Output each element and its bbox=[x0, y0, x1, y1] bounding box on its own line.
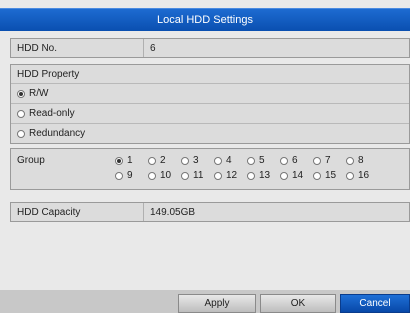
group-option-label: 1 bbox=[127, 155, 133, 166]
group-option-8[interactable]: 8 bbox=[346, 155, 379, 166]
group-option-label: 15 bbox=[325, 170, 337, 181]
group-radio-2[interactable] bbox=[148, 156, 156, 165]
hdd-number-panel: HDD No. 6 bbox=[10, 38, 410, 58]
group-option-14[interactable]: 14 bbox=[280, 170, 313, 181]
radio-rw[interactable] bbox=[17, 89, 25, 98]
group-option-11[interactable]: 11 bbox=[181, 170, 214, 181]
group-radio-9[interactable] bbox=[115, 171, 123, 180]
group-radio-11[interactable] bbox=[181, 171, 189, 180]
group-option-4[interactable]: 4 bbox=[214, 155, 247, 166]
local-hdd-settings-dialog: Local HDD Settings HDD No. 6 HDD Propert… bbox=[0, 0, 410, 313]
property-option-redundancy-label: Redundancy bbox=[29, 128, 86, 139]
group-option-7[interactable]: 7 bbox=[313, 155, 346, 166]
group-radio-14[interactable] bbox=[280, 171, 288, 180]
property-option-redundancy[interactable]: Redundancy bbox=[11, 124, 409, 143]
property-option-read-only[interactable]: Read-only bbox=[11, 104, 409, 124]
hdd-capacity-label: HDD Capacity bbox=[11, 203, 144, 221]
group-option-label: 7 bbox=[325, 155, 331, 166]
group-option-label: 16 bbox=[358, 170, 370, 181]
hdd-number-row: HDD No. 6 bbox=[11, 39, 409, 57]
hdd-capacity-value: 149.05GB bbox=[150, 206, 196, 218]
group-option-label: 4 bbox=[226, 155, 232, 166]
group-radio-10[interactable] bbox=[148, 171, 156, 180]
group-option-label: 9 bbox=[127, 170, 133, 181]
group-radio-7[interactable] bbox=[313, 156, 321, 165]
group-option-label: 5 bbox=[259, 155, 265, 166]
group-radio-16[interactable] bbox=[346, 171, 354, 180]
ok-button[interactable]: OK bbox=[260, 294, 336, 313]
group-option-label: 2 bbox=[160, 155, 166, 166]
property-option-rw[interactable]: R/W bbox=[11, 84, 409, 104]
dialog-title: Local HDD Settings bbox=[157, 14, 253, 26]
hdd-number-label: HDD No. bbox=[11, 39, 144, 57]
group-option-1[interactable]: 1 bbox=[115, 155, 148, 166]
group-radio-1[interactable] bbox=[115, 156, 123, 165]
group-label: Group bbox=[17, 155, 45, 166]
hdd-capacity-row: HDD Capacity 149.05GB bbox=[11, 203, 409, 221]
group-option-label: 11 bbox=[193, 170, 204, 181]
group-radio-12[interactable] bbox=[214, 171, 222, 180]
group-option-3[interactable]: 3 bbox=[181, 155, 214, 166]
hdd-capacity-panel: HDD Capacity 149.05GB bbox=[10, 202, 410, 222]
hdd-property-heading: HDD Property bbox=[11, 65, 409, 84]
property-option-read-only-label: Read-only bbox=[29, 108, 75, 119]
group-option-label: 12 bbox=[226, 170, 238, 181]
radio-redundancy[interactable] bbox=[17, 129, 25, 138]
group-radio-13[interactable] bbox=[247, 171, 255, 180]
group-option-9[interactable]: 9 bbox=[115, 170, 148, 181]
hdd-property-label: HDD Property bbox=[17, 68, 80, 80]
group-option-13[interactable]: 13 bbox=[247, 170, 280, 181]
group-radio-5[interactable] bbox=[247, 156, 255, 165]
group-option-16[interactable]: 16 bbox=[346, 170, 379, 181]
group-radio-3[interactable] bbox=[181, 156, 189, 165]
group-option-2[interactable]: 2 bbox=[148, 155, 181, 166]
group-option-label: 10 bbox=[160, 170, 172, 181]
group-option-label: 13 bbox=[259, 170, 271, 181]
cancel-button[interactable]: Cancel bbox=[340, 294, 410, 313]
group-radio-15[interactable] bbox=[313, 171, 321, 180]
group-option-15[interactable]: 15 bbox=[313, 170, 346, 181]
group-radio-4[interactable] bbox=[214, 156, 222, 165]
group-radio-grid: 1 2 3 4 5 6 7 8 9 10 11 12 13 14 15 16 bbox=[115, 155, 379, 181]
group-option-label: 6 bbox=[292, 155, 298, 166]
dialog-title-bar: Local HDD Settings bbox=[0, 8, 410, 31]
hdd-number-value: 6 bbox=[150, 42, 156, 54]
group-panel: Group 1 2 3 4 5 6 7 8 9 10 11 12 13 14 15 16 bbox=[10, 148, 410, 190]
group-option-5[interactable]: 5 bbox=[247, 155, 280, 166]
group-option-6[interactable]: 6 bbox=[280, 155, 313, 166]
group-option-label: 8 bbox=[358, 155, 364, 166]
hdd-property-panel: HDD Property R/W Read-only Redundancy bbox=[10, 64, 410, 144]
group-option-label: 3 bbox=[193, 155, 199, 166]
radio-read-only[interactable] bbox=[17, 109, 25, 118]
group-option-label: 14 bbox=[292, 170, 304, 181]
group-option-10[interactable]: 10 bbox=[148, 170, 181, 181]
group-radio-8[interactable] bbox=[346, 156, 354, 165]
apply-button[interactable]: Apply bbox=[178, 294, 256, 313]
group-radio-6[interactable] bbox=[280, 156, 288, 165]
group-option-12[interactable]: 12 bbox=[214, 170, 247, 181]
property-option-rw-label: R/W bbox=[29, 88, 49, 99]
